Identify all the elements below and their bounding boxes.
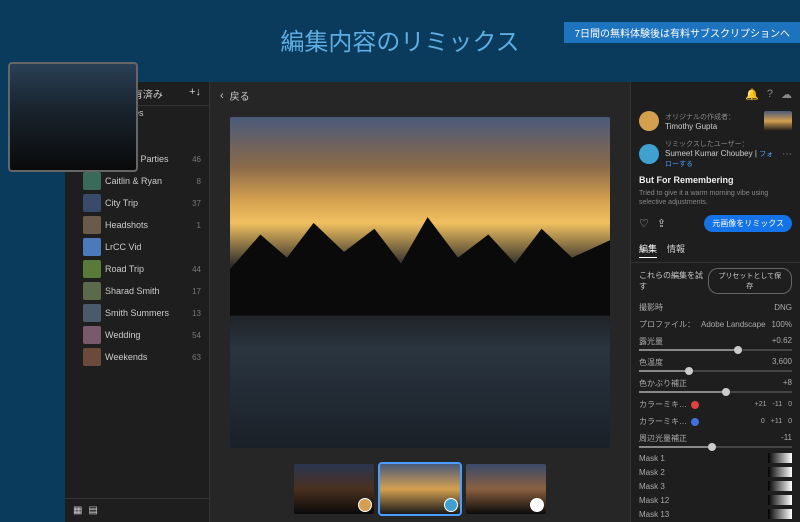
original-thumb[interactable] <box>764 111 792 131</box>
app-window: アルバム 共有済み +↓ ›Birthday Parties›HDR›Kayak… <box>65 82 800 522</box>
album-item[interactable]: Weekends63 <box>65 346 209 368</box>
creator-label: オリジナルの作成者： <box>665 112 758 122</box>
tab-info[interactable]: 情報 <box>667 242 685 258</box>
mask-row[interactable]: Mask 2 <box>631 465 800 479</box>
color-mixer-red[interactable]: カラーミキ… +21-110 <box>631 396 800 413</box>
preview-thumbnail <box>8 62 138 172</box>
film-item[interactable] <box>380 464 460 514</box>
album-item[interactable]: Caitlin & Ryan8 <box>65 170 209 192</box>
main-photo[interactable] <box>230 117 610 448</box>
remixer-user: リミックスしたユーザー： Sumeet Kumar Choubey | フォロー… <box>631 135 800 173</box>
remix-button[interactable]: 元画像をリミックス <box>704 215 792 232</box>
cloud-icon[interactable]: ☁ <box>781 88 792 101</box>
save-preset-button[interactable]: プリセットとして保存 <box>708 268 792 294</box>
back-icon[interactable]: ‹ <box>220 90 224 102</box>
edit-tabs: 編集 情報 <box>631 238 800 263</box>
album-item[interactable]: City Trip37 <box>65 192 209 214</box>
film-item[interactable] <box>466 464 546 514</box>
trial-banner: 7日間の無料体験後は有料サブスクリプションへ <box>564 22 800 43</box>
remixer-label: リミックスしたユーザー： <box>665 139 776 149</box>
main-content: ‹ 戻る <box>210 82 630 522</box>
tab-edit[interactable]: 編集 <box>639 242 657 258</box>
more-icon[interactable]: ⋯ <box>782 149 792 160</box>
photo-description: Tried to give it a warm morning vibe usi… <box>631 187 800 209</box>
album-item[interactable]: Road Trip44 <box>65 258 209 280</box>
bell-icon[interactable]: 🔔 <box>745 88 759 101</box>
preset-row: これらの編集を試す プリセットとして保存 <box>631 263 800 299</box>
profile-row[interactable]: プロファイル： Adobe Landscape 100% <box>631 316 800 333</box>
add-button[interactable]: +↓ <box>189 86 201 101</box>
mask-row[interactable]: Mask 1 <box>631 451 800 465</box>
preset-label: これらの編集を試す <box>639 270 708 292</box>
mask-row[interactable]: Mask 12 <box>631 493 800 507</box>
temperature-slider[interactable]: 色温度3,600 <box>631 354 800 375</box>
main-header: ‹ 戻る <box>210 82 630 109</box>
share-icon[interactable]: ⇪ <box>657 217 666 230</box>
remixer-name[interactable]: Sumeet Kumar Choubey | フォローする <box>665 149 776 169</box>
help-icon[interactable]: ? <box>767 88 773 101</box>
mask-row[interactable]: Mask 3 <box>631 479 800 493</box>
album-item[interactable]: Smith Summers13 <box>65 302 209 324</box>
avatar <box>639 144 659 164</box>
creator-name[interactable]: Timothy Gupta <box>665 122 758 131</box>
shoot-time-row: 撮影時DNG <box>631 299 800 316</box>
grid-icon[interactable]: ▦ <box>73 505 82 516</box>
mask-row[interactable]: Mask 13 <box>631 507 800 521</box>
vignette-slider[interactable]: 周辺光量補正-11 <box>631 430 800 451</box>
exposure-slider[interactable]: 露光量+0.62 <box>631 333 800 354</box>
color-mixer-blue[interactable]: カラーミキ… 0+110 <box>631 413 800 430</box>
album-item[interactable]: Headshots1 <box>65 214 209 236</box>
color-dot-icon <box>691 401 699 409</box>
album-item[interactable]: Wedding54 <box>65 324 209 346</box>
view-mode-icons: ▦ ▤ <box>65 498 209 522</box>
album-item[interactable]: LrCC Vid <box>65 236 209 258</box>
right-panel: 🔔 ? ☁ オリジナルの作成者： Timothy Gupta リミックスしたユー… <box>630 82 800 522</box>
avatar <box>639 111 659 131</box>
heart-icon[interactable]: ♡ <box>639 217 649 230</box>
photo-title: But For Remembering <box>631 173 800 187</box>
color-dot-icon <box>691 418 699 426</box>
back-label[interactable]: 戻る <box>230 88 250 103</box>
film-item[interactable] <box>294 464 374 514</box>
panel-header-icons: 🔔 ? ☁ <box>631 82 800 107</box>
photo-actions: ♡ ⇪ 元画像をリミックス <box>631 209 800 238</box>
album-item[interactable]: Sharad Smith17 <box>65 280 209 302</box>
filmstrip <box>210 456 630 522</box>
original-creator: オリジナルの作成者： Timothy Gupta <box>631 107 800 135</box>
list-icon[interactable]: ▤ <box>88 505 97 516</box>
dehaze-slider[interactable]: 色かぶり補正+8 <box>631 375 800 396</box>
